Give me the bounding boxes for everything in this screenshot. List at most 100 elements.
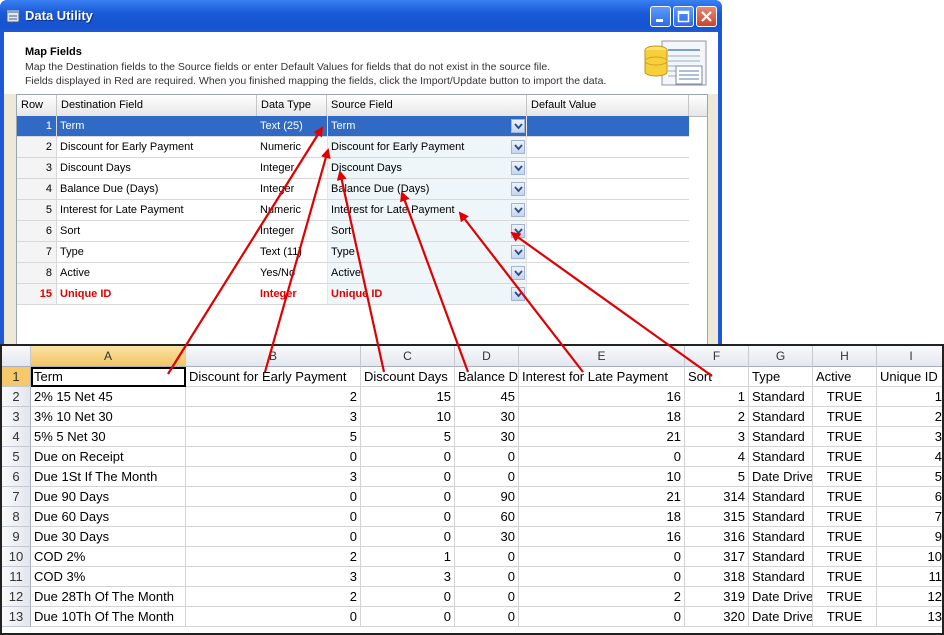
spreadsheet-cell[interactable]: Due 1St If The Month bbox=[31, 467, 186, 487]
title-bar[interactable]: Data Utility bbox=[0, 0, 722, 32]
header-cell[interactable]: Term bbox=[31, 367, 186, 387]
spreadsheet-cell[interactable]: 6 bbox=[877, 487, 942, 507]
spreadsheet-cell[interactable]: 2 bbox=[519, 587, 685, 607]
row-header[interactable]: 8 bbox=[2, 507, 31, 527]
spreadsheet-cell[interactable]: 0 bbox=[519, 607, 685, 627]
spreadsheet-cell[interactable]: 0 bbox=[361, 587, 455, 607]
spreadsheet-cell[interactable]: 318 bbox=[685, 567, 749, 587]
source-field-dropdown-button[interactable] bbox=[511, 245, 525, 259]
spreadsheet-cell[interactable]: TRUE bbox=[813, 487, 877, 507]
grid-header-data-type[interactable]: Data Type bbox=[257, 95, 327, 116]
spreadsheet-cell[interactable]: Standard bbox=[749, 547, 813, 567]
spreadsheet-cell[interactable]: TRUE bbox=[813, 447, 877, 467]
column-header-a[interactable]: A bbox=[31, 346, 186, 367]
spreadsheet-cell[interactable]: TRUE bbox=[813, 587, 877, 607]
grid-row[interactable]: 8 Active Yes/No Active bbox=[17, 263, 689, 284]
grid-row[interactable]: 7 Type Text (11) Type bbox=[17, 242, 689, 263]
source-field-dropdown-button[interactable] bbox=[511, 287, 525, 301]
spreadsheet-cell[interactable]: 1 bbox=[361, 547, 455, 567]
row-header[interactable]: 3 bbox=[2, 407, 31, 427]
spreadsheet-cell[interactable]: 9 bbox=[877, 527, 942, 547]
spreadsheet-cell[interactable]: 18 bbox=[519, 507, 685, 527]
spreadsheet-cell[interactable]: TRUE bbox=[813, 567, 877, 587]
spreadsheet-cell[interactable]: Standard bbox=[749, 507, 813, 527]
spreadsheet-cell[interactable]: 2 bbox=[186, 387, 361, 407]
header-cell[interactable]: Sort bbox=[685, 367, 749, 387]
source-field-select[interactable]: Discount Days bbox=[327, 158, 527, 178]
spreadsheet-cell[interactable]: 30 bbox=[455, 427, 519, 447]
spreadsheet-cell[interactable]: 0 bbox=[455, 567, 519, 587]
spreadsheet-cell[interactable]: Date Driven bbox=[749, 467, 813, 487]
source-field-dropdown-button[interactable] bbox=[511, 224, 525, 238]
source-field-select[interactable]: Discount for Early Payment bbox=[327, 137, 527, 157]
spreadsheet-cell[interactable]: 5% 5 Net 30 bbox=[31, 427, 186, 447]
spreadsheet-cell[interactable]: 0 bbox=[519, 447, 685, 467]
source-field-select[interactable]: Interest for Late Payment bbox=[327, 200, 527, 220]
source-field-dropdown-button[interactable] bbox=[511, 161, 525, 175]
grid-row[interactable]: 2 Discount for Early Payment Numeric Discou… bbox=[17, 137, 689, 158]
source-field-dropdown-button[interactable] bbox=[511, 140, 525, 154]
spreadsheet-cell[interactable]: 0 bbox=[361, 447, 455, 467]
spreadsheet-cell[interactable]: Standard bbox=[749, 487, 813, 507]
header-cell[interactable]: Active bbox=[813, 367, 877, 387]
spreadsheet-cell[interactable]: 90 bbox=[455, 487, 519, 507]
source-field-dropdown-button[interactable] bbox=[511, 203, 525, 217]
spreadsheet-cell[interactable]: 21 bbox=[519, 487, 685, 507]
spreadsheet-cell[interactable]: TRUE bbox=[813, 607, 877, 627]
source-field-select[interactable]: Balance Due (Days) bbox=[327, 179, 527, 199]
spreadsheet-cell[interactable]: Standard bbox=[749, 387, 813, 407]
spreadsheet-cell[interactable]: 0 bbox=[455, 467, 519, 487]
row-header[interactable]: 4 bbox=[2, 427, 31, 447]
spreadsheet-cell[interactable]: 4 bbox=[685, 447, 749, 467]
spreadsheet-cell[interactable]: 316 bbox=[685, 527, 749, 547]
spreadsheet-cell[interactable]: 3 bbox=[186, 467, 361, 487]
source-field-select[interactable]: Active bbox=[327, 263, 527, 283]
spreadsheet-cell[interactable]: 30 bbox=[455, 527, 519, 547]
column-header-g[interactable]: G bbox=[749, 346, 813, 367]
row-header[interactable]: 2 bbox=[2, 387, 31, 407]
spreadsheet-cell[interactable]: 2 bbox=[877, 407, 942, 427]
column-header-h[interactable]: H bbox=[813, 346, 877, 367]
spreadsheet-cell[interactable]: 0 bbox=[455, 547, 519, 567]
header-cell[interactable]: Balance Due (Days) bbox=[455, 367, 519, 387]
column-header-d[interactable]: D bbox=[455, 346, 519, 367]
spreadsheet-cell[interactable]: COD 2% bbox=[31, 547, 186, 567]
default-value-input[interactable] bbox=[527, 179, 689, 199]
spreadsheet-cell[interactable]: 0 bbox=[361, 487, 455, 507]
spreadsheet-cell[interactable]: Standard bbox=[749, 407, 813, 427]
spreadsheet-cell[interactable]: 0 bbox=[455, 587, 519, 607]
spreadsheet-cell[interactable]: Standard bbox=[749, 427, 813, 447]
spreadsheet-cell[interactable]: 5 bbox=[877, 467, 942, 487]
row-header[interactable]: 6 bbox=[2, 467, 31, 487]
spreadsheet-cell[interactable]: TRUE bbox=[813, 527, 877, 547]
source-field-select[interactable]: Unique ID bbox=[327, 284, 527, 304]
spreadsheet-cell[interactable]: TRUE bbox=[813, 507, 877, 527]
spreadsheet-cell[interactable]: 0 bbox=[186, 447, 361, 467]
spreadsheet-cell[interactable]: 3 bbox=[186, 567, 361, 587]
spreadsheet-cell[interactable]: 30 bbox=[455, 407, 519, 427]
default-value-input[interactable] bbox=[527, 221, 689, 241]
row-header[interactable]: 9 bbox=[2, 527, 31, 547]
grid-row[interactable]: 3 Discount Days Integer Discount Days bbox=[17, 158, 689, 179]
spreadsheet-cell[interactable]: 2 bbox=[685, 407, 749, 427]
spreadsheet-cell[interactable]: Standard bbox=[749, 527, 813, 547]
default-value-input[interactable] bbox=[527, 116, 689, 136]
spreadsheet-cell[interactable]: 0 bbox=[361, 607, 455, 627]
default-value-input[interactable] bbox=[527, 242, 689, 262]
grid-header-row[interactable]: Row bbox=[17, 95, 57, 116]
row-header[interactable]: 11 bbox=[2, 567, 31, 587]
spreadsheet-cell[interactable]: 320 bbox=[685, 607, 749, 627]
spreadsheet-cell[interactable]: 1 bbox=[685, 387, 749, 407]
grid-header-source-field[interactable]: Source Field bbox=[327, 95, 527, 116]
spreadsheet-cell[interactable]: 0 bbox=[519, 567, 685, 587]
row-header[interactable]: 1 bbox=[2, 367, 31, 387]
spreadsheet-cell[interactable]: 319 bbox=[685, 587, 749, 607]
spreadsheet-cell[interactable]: 0 bbox=[455, 447, 519, 467]
grid-header-destination-field[interactable]: Destination Field bbox=[57, 95, 257, 116]
row-header[interactable]: 13 bbox=[2, 607, 31, 627]
source-field-dropdown-button[interactable] bbox=[511, 182, 525, 196]
spreadsheet-cell[interactable]: 3% 10 Net 30 bbox=[31, 407, 186, 427]
spreadsheet-cell[interactable]: 15 bbox=[361, 387, 455, 407]
source-field-dropdown-button[interactable] bbox=[511, 266, 525, 280]
spreadsheet-cell[interactable]: 0 bbox=[361, 527, 455, 547]
